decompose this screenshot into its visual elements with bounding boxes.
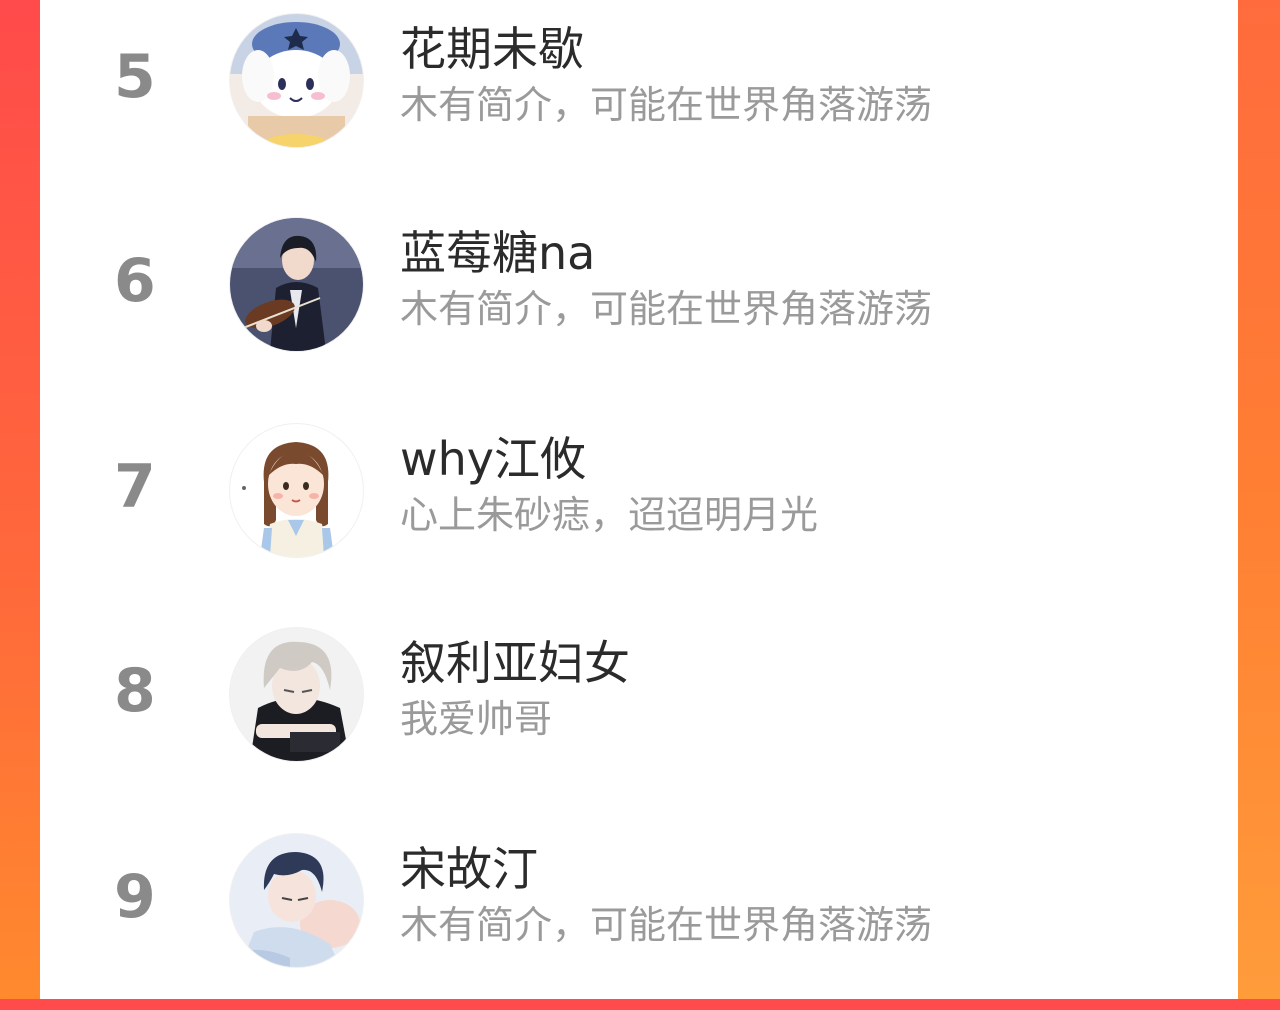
user-name[interactable]: 花期未歇: [400, 20, 584, 78]
user-name[interactable]: 叙利亚妇女: [400, 634, 630, 692]
rank-number: 9: [114, 862, 156, 932]
user-name[interactable]: why江攸: [400, 430, 586, 488]
avatar[interactable]: [230, 628, 363, 761]
list-item[interactable]: 8 叙利亚妇女 我爱帅哥: [40, 614, 1238, 804]
user-bio: 木有简介，可能在世界角落游荡: [400, 83, 933, 127]
avatar[interactable]: [230, 14, 363, 147]
list-item[interactable]: 9 宋故汀 木有简介，可能在世界角落游荡: [40, 820, 1238, 1010]
ranking-list-panel: 5 花期未歇 木有简介，可能在世界角落游荡 6 蓝莓糖na 木有简介，可能在世界…: [40, 0, 1238, 999]
avatar[interactable]: [230, 834, 363, 967]
rank-number: 8: [114, 656, 156, 726]
user-bio: 我爱帅哥: [400, 697, 553, 741]
rank-number: 5: [114, 42, 156, 112]
user-bio: 心上朱砂痣，迢迢明月光: [400, 493, 819, 537]
cartoon-girl-avatar: [230, 424, 363, 557]
violinist-anime-avatar: [230, 218, 363, 351]
user-bio: 木有简介，可能在世界角落游荡: [400, 287, 933, 331]
list-item[interactable]: 7 why江攸 心上朱砂痣，迢迢明月光: [40, 410, 1238, 600]
list-item[interactable]: 5 花期未歇 木有简介，可能在世界角落游荡: [40, 0, 1238, 190]
list-item[interactable]: 6 蓝莓糖na 木有简介，可能在世界角落游荡: [40, 204, 1238, 394]
user-name[interactable]: 蓝莓糖na: [400, 224, 595, 282]
cinnamoroll-plush-avatar: [230, 14, 363, 147]
rank-number: 7: [114, 452, 156, 522]
user-bio: 木有简介，可能在世界角落游荡: [400, 903, 933, 947]
avatar[interactable]: [230, 218, 363, 351]
rank-number: 6: [114, 246, 156, 316]
anime-man-avatar: [230, 628, 363, 761]
user-name[interactable]: 宋故汀: [400, 840, 538, 898]
avatar[interactable]: [230, 424, 363, 557]
background-strip-right: [1238, 0, 1280, 999]
anime-boy-avatar: [230, 834, 363, 967]
